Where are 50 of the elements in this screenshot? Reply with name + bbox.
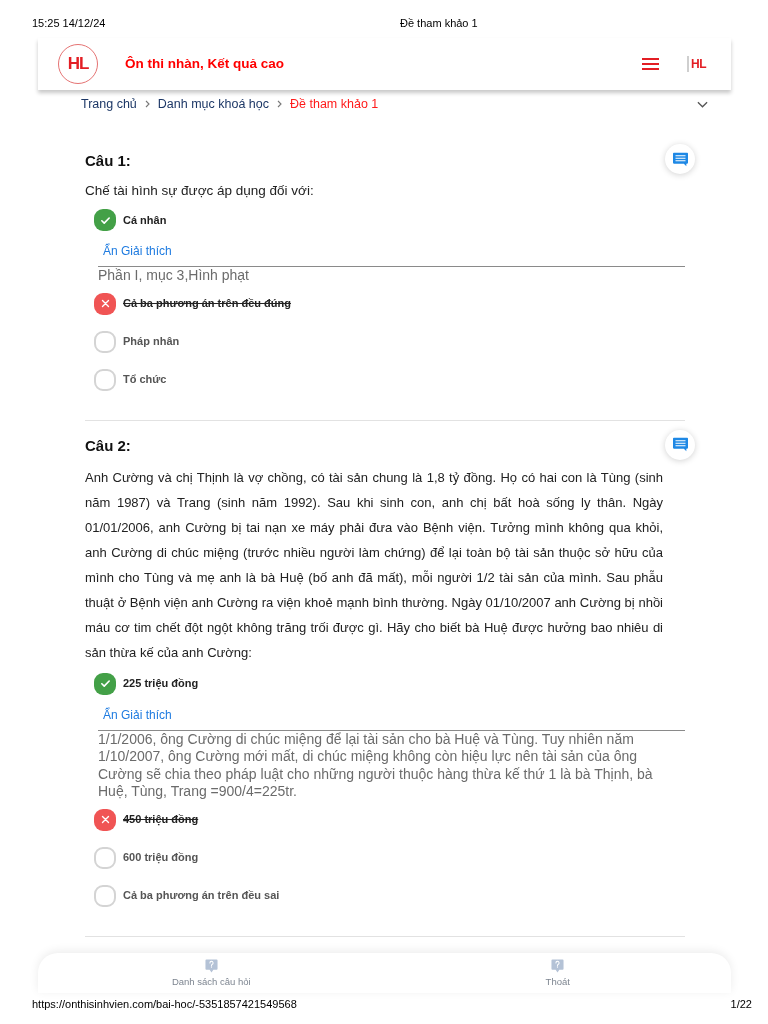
site-tagline: Ôn thi nhàn, Kết quả cao [125,54,285,73]
chat-icon [671,437,689,452]
breadcrumb-link[interactable]: Trang chủ [81,96,137,112]
explanation-text: Phần I, mục 3,Hình phạt [98,266,685,285]
answer-option[interactable]: Pháp nhân [94,330,695,353]
answer-option[interactable]: Tổ chức [94,368,695,391]
answer-option[interactable]: 225 triệu đồng [94,672,695,695]
answer-label: Cả ba phương án trên đều sai [123,888,280,904]
question-text: Chế tài hình sự được áp dụng đối với: [85,182,315,200]
correct-check-icon [94,209,116,231]
answer-label: Cả ba phương án trên đều đúng [123,296,291,312]
correct-check-icon [94,672,116,695]
print-datetime: 15:25 14/12/24 [32,16,107,30]
hide-explanation-link[interactable]: Ẩn Giải thích [103,243,172,259]
page-number: 1/22 [730,996,752,1011]
answer-label: 600 triệu đồng [123,850,199,866]
explanation-text: 1/1/2006, ông Cường di chúc miệng để lại tài sản cho bà Huệ và Tùng. Tuy nhiên năm 1/10/2007, ông Cường mới mất, di chúc miệng không còn hiệu lực nên tài sản của ông Cường sẽ chia theo pháp luật cho những người thuộc hàng thừa kế thứ 1 là bà Thịnh, bà Huệ, Tùng, Trang =900/4=225tr. [98,729,685,801]
bottom-nav-item[interactable]: Thoát [384,952,731,993]
chevron-right-icon [144,100,150,108]
answer-option[interactable]: Cả ba phương án trên đều đúng [94,292,695,315]
answer-label: Cá nhân [123,212,167,228]
comment-button[interactable] [665,144,695,174]
answer-option[interactable]: 600 triệu đồng [94,846,695,869]
answer-label: Pháp nhân [123,334,180,350]
answer-option[interactable]: Cả ba phương án trên đều sai [94,884,695,907]
answer-option[interactable]: 450 triệu đồng [94,808,695,831]
bottom-nav-item[interactable]: Danh sách câu hỏi [38,952,385,993]
question-title: Câu 2: [85,436,131,457]
breadcrumb-link[interactable]: Đề tham khảo 1 [290,96,379,112]
chevron-right-icon [277,100,282,108]
menu-icon[interactable] [642,58,659,70]
comment-button[interactable] [665,429,695,460]
logo[interactable]: HL [58,44,98,84]
question-title: Câu 1: [85,150,131,171]
question-bubble-icon [204,958,218,973]
answer-label: Tổ chức [123,372,167,388]
hide-explanation-link[interactable]: Ẩn Giải thích [103,706,172,723]
account-logo[interactable]: HL [687,56,706,72]
answer-label: 450 triệu đồng [123,812,199,828]
answer-option[interactable]: Cá nhân [94,209,695,231]
wrong-cross-icon [94,292,116,315]
question-bubble-icon [551,958,565,973]
wrong-cross-icon [94,808,116,831]
print-title: Đề tham khảo 1 [400,16,478,30]
answer-label: 225 triệu đồng [123,676,199,692]
chat-icon [671,151,689,167]
question-text: Anh Cường và chị Thịnh là vợ chồng, có tài sản chung là 1,8 tỷ đồng. Họ có hai con là Tùng (sinh năm 1987) và Trang (sinh năm 1992). Sau khi sinh con, anh chị bất hoà sống ly thân. Ngày 01/01/2006, anh Cường bị tai nạn xe máy phải đưa vào Bệnh viện. Tưởng mình không qua khỏi, anh Cường di chúc miệng (trước nhiều người làm chứng) để lại toàn bộ tài sản thuộc sở hữu của mình cho Tùng và mẹ anh là bà Huệ (bố anh đã mất), mỗi người 1/2 tài sản của mình. Sau phẫu thuật ở Bệnh viện anh Cường ra viện khoẻ mạnh bình thường. Ngày 01/10/2007 anh Cường bị nhồi máu cơ tim chết đột ngột không trăng trối được gì. Hãy cho biết bà Huệ được hưởng bao nhiêu di sản thừa kế của anh Cường: [85,468,663,662]
chevron-down-icon[interactable] [697,100,708,108]
page-url: https://onthisinhvien.com/bai-hoc/-5351857421549568 [32,996,297,1011]
breadcrumb-link[interactable]: Danh mục khoá học [157,96,269,112]
